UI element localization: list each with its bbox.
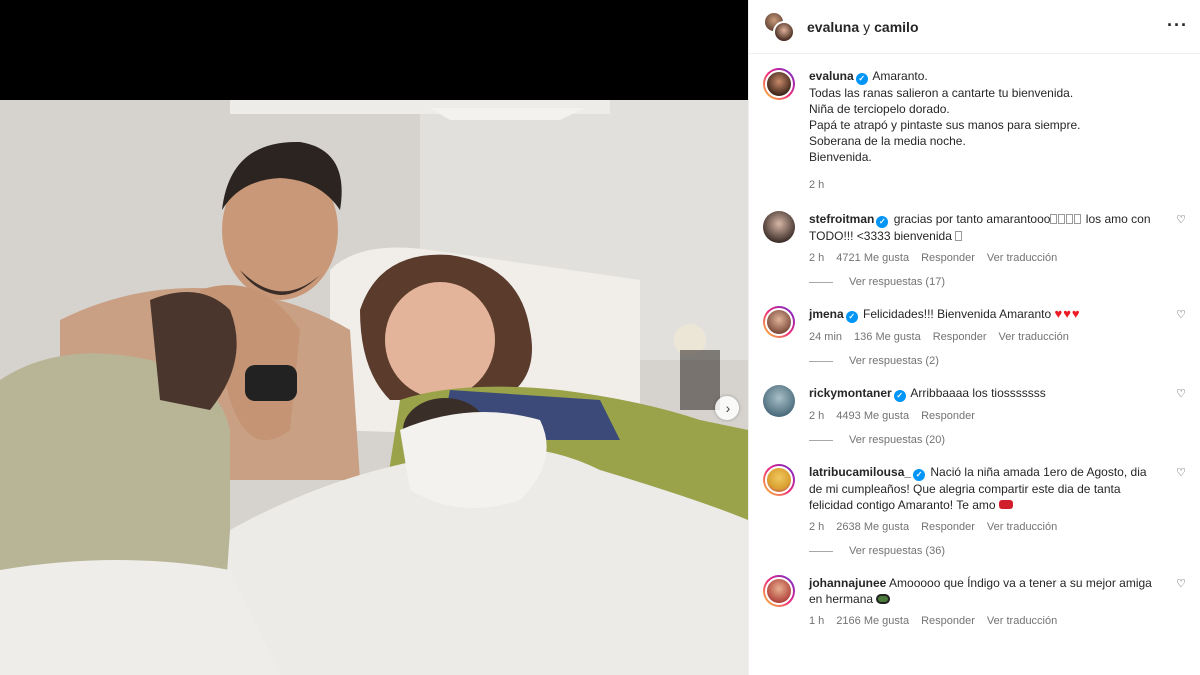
reply-button[interactable]: Responder bbox=[921, 519, 975, 535]
comment-likes[interactable]: 136 Me gusta bbox=[854, 329, 921, 345]
comment-item: latribucamilousa_ ✓ Nació la niña amada 1… bbox=[763, 464, 1186, 535]
collab-avatar-stack[interactable] bbox=[763, 10, 797, 43]
comment-username[interactable]: rickymontaner bbox=[809, 386, 892, 400]
heart-outline-icon[interactable]: ♡ bbox=[1176, 466, 1186, 479]
comment-likes[interactable]: 2638 Me gusta bbox=[836, 519, 909, 535]
reply-button[interactable]: Responder bbox=[921, 250, 975, 266]
comment-time[interactable]: 2 h bbox=[809, 408, 824, 424]
comment-username[interactable]: latribucamilousa_ bbox=[809, 465, 911, 479]
carousel-next-button[interactable]: › bbox=[715, 396, 739, 420]
comment-time[interactable]: 2 h bbox=[809, 250, 824, 266]
reply-button[interactable]: Responder bbox=[933, 329, 987, 345]
avatar bbox=[773, 20, 795, 43]
post-header: evaluna y camilo ··· bbox=[749, 0, 1200, 54]
verified-badge-icon: ✓ bbox=[876, 216, 889, 228]
verified-badge-icon: ✓ bbox=[845, 311, 858, 323]
heart-outline-icon[interactable]: ♡ bbox=[1176, 577, 1186, 590]
translate-button[interactable]: Ver traducción bbox=[987, 250, 1057, 266]
verified-badge-icon: ✓ bbox=[913, 469, 926, 481]
sunglasses-emoji-icon bbox=[876, 594, 891, 604]
heart-outline-icon[interactable]: ♡ bbox=[1176, 213, 1186, 226]
comment-username[interactable]: johannajunee bbox=[809, 576, 886, 590]
comments-list: evaluna ✓ Amaranto. Todas las ranas salie… bbox=[749, 54, 1200, 629]
comment-avatar[interactable] bbox=[763, 385, 795, 417]
comment-text: Arribbaaaa los tiosssssss bbox=[910, 386, 1046, 400]
post-photo bbox=[0, 100, 748, 675]
caption-username[interactable]: evaluna bbox=[809, 69, 854, 83]
comment-time[interactable]: 2 h bbox=[809, 519, 824, 535]
caption-time[interactable]: 2 h bbox=[809, 177, 824, 193]
comment-item: jmena ✓ Felicidades!!! Bienvenida Amarant… bbox=[763, 306, 1186, 345]
comment-likes[interactable]: 4493 Me gusta bbox=[836, 408, 909, 424]
translate-button[interactable]: Ver traducción bbox=[987, 519, 1057, 535]
emoji-icon bbox=[1050, 212, 1082, 226]
comment-username[interactable]: stefroitman bbox=[809, 212, 874, 226]
reply-button[interactable]: Responder bbox=[921, 408, 975, 424]
emoji-icon bbox=[955, 231, 963, 241]
post-details-pane: evaluna y camilo ··· evaluna ✓ Amaranto. … bbox=[748, 0, 1200, 675]
comment-avatar[interactable] bbox=[763, 575, 795, 607]
reply-button[interactable]: Responder bbox=[921, 613, 975, 629]
author-name-1[interactable]: evaluna bbox=[807, 19, 859, 35]
caption-avatar[interactable] bbox=[763, 68, 795, 100]
comment-likes[interactable]: 2166 Me gusta bbox=[836, 613, 909, 629]
author-joiner: y bbox=[863, 18, 871, 35]
comment-time[interactable]: 24 min bbox=[809, 329, 842, 345]
heart-outline-icon[interactable]: ♡ bbox=[1176, 387, 1186, 400]
more-horizontal-icon[interactable]: ··· bbox=[1167, 15, 1188, 36]
comment-item: johannajunee Amooooo que Índigo va a ten… bbox=[763, 575, 1186, 629]
view-replies-button[interactable]: Ver respuestas (2) bbox=[809, 355, 1186, 367]
comment-avatar[interactable] bbox=[763, 211, 795, 243]
post-caption: evaluna ✓ Amaranto. Todas las ranas salie… bbox=[763, 68, 1186, 193]
family-photo-illustration bbox=[0, 100, 748, 675]
post-media: › bbox=[0, 0, 748, 675]
comment-username[interactable]: jmena bbox=[809, 307, 844, 321]
lips-emoji-icon bbox=[998, 500, 1013, 509]
author-name-2[interactable]: camilo bbox=[874, 19, 918, 35]
comment-avatar[interactable] bbox=[763, 464, 795, 496]
view-replies-button[interactable]: Ver respuestas (20) bbox=[809, 434, 1186, 446]
comment-item: rickymontaner ✓ Arribbaaaa los tiosssssss… bbox=[763, 385, 1186, 424]
view-replies-button[interactable]: Ver respuestas (17) bbox=[809, 276, 1186, 288]
translate-button[interactable]: Ver traducción bbox=[987, 613, 1057, 629]
caption-line: Soberana de la media noche. bbox=[809, 134, 966, 148]
caption-line: Niña de terciopelo dorado. bbox=[809, 102, 950, 116]
comment-avatar[interactable] bbox=[763, 306, 795, 338]
verified-badge-icon: ✓ bbox=[893, 390, 906, 402]
heart-outline-icon[interactable]: ♡ bbox=[1176, 308, 1186, 321]
red-heart-emoji-icon: ♥♥♥ bbox=[1054, 306, 1081, 321]
caption-line: Bienvenida. bbox=[809, 150, 872, 164]
translate-button[interactable]: Ver traducción bbox=[999, 329, 1069, 345]
comment-likes[interactable]: 4721 Me gusta bbox=[836, 250, 909, 266]
view-replies-button[interactable]: Ver respuestas (36) bbox=[809, 545, 1186, 557]
comment-item: stefroitman ✓ gracias por tanto amarantoo… bbox=[763, 211, 1186, 266]
comment-text: Felicidades!!! Bienvenida Amaranto bbox=[863, 307, 1052, 321]
caption-line: Todas las ranas salieron a cantarte tu b… bbox=[809, 86, 1074, 100]
caption-line: Amaranto. bbox=[872, 69, 928, 83]
caption-line: Papá te atrapó y pintaste sus manos para… bbox=[809, 118, 1081, 132]
comment-text: gracias por tanto amarantooo bbox=[893, 212, 1051, 226]
comment-time[interactable]: 1 h bbox=[809, 613, 824, 629]
verified-badge-icon: ✓ bbox=[855, 73, 868, 85]
chevron-right-icon: › bbox=[725, 400, 731, 416]
